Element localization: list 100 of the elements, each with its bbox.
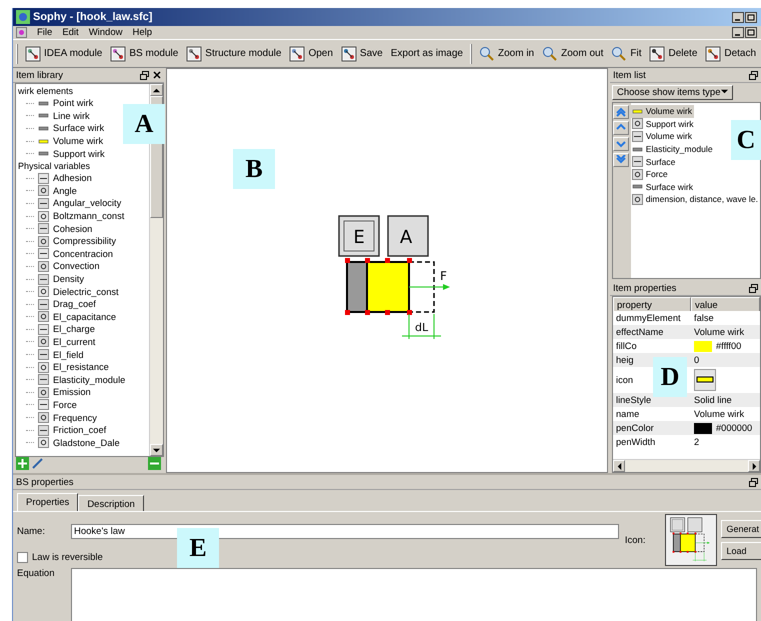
tree-item[interactable]: Angular_velocity [16,197,122,210]
item-icon [38,172,49,184]
callout-label: E [177,528,219,568]
tree-item[interactable]: El_resistance [16,360,109,374]
tree-item[interactable]: Dielectric_const [16,285,119,298]
toolbar-icon [542,46,558,62]
list-item[interactable]: Force [630,168,670,181]
item-icon [38,349,49,360]
tree-item[interactable]: Adhesion [16,172,92,185]
toolbar-icon [25,46,41,62]
tree-item[interactable]: Drag_coef [16,298,96,310]
move-button[interactable] [613,121,629,135]
item-icon [38,286,49,298]
reversible-checkbox[interactable]: Law is reversible [17,552,103,563]
tree-item[interactable]: Angle [16,184,77,198]
scrollbar[interactable] [613,459,760,472]
toolbar-icon [478,46,495,62]
list-item[interactable]: Volume wirk [630,130,694,143]
menu-item[interactable]: Edit [62,27,79,38]
toolbar-button[interactable]: BS module [109,46,180,62]
tab[interactable]: Properties [17,493,78,511]
item-icon [632,118,643,130]
tree-item[interactable]: Compressibility [16,234,116,248]
list-item[interactable]: Surface wirk [630,180,696,194]
equation-field[interactable] [71,568,757,621]
tree-item[interactable]: Friction_coef [16,424,106,436]
tree-item[interactable]: Concentracion [16,248,113,260]
move-button[interactable] [613,153,629,167]
item-icon [38,374,49,386]
item-icon [38,248,49,260]
list-item[interactable]: Surface [630,155,678,168]
float-icon[interactable] [749,70,758,80]
tree-item[interactable]: Frequency [16,411,97,424]
toolbar-button[interactable]: IDEA module [24,46,104,62]
toolbar-button[interactable]: Fit [610,46,642,62]
tree-item[interactable]: Boltzmann_const [16,210,124,222]
menu-item[interactable]: Help [132,27,152,38]
window-controls-icon [732,12,758,22]
collapse-button[interactable] [148,457,161,473]
toolbar-button[interactable]: Structure module [185,46,282,62]
float-icon[interactable] [749,478,758,486]
float-icon[interactable] [749,284,758,292]
tree-item[interactable]: Elasticity_module [16,373,126,386]
toolbar-button[interactable]: Delete [648,46,698,62]
side-button[interactable]: Load [721,542,761,560]
tab[interactable]: Description [78,495,144,511]
item-icon [632,194,643,205]
toolbar-button[interactable]: Export as image [390,48,464,59]
tree-section-label[interactable]: Physical variables [16,160,149,172]
float-icon[interactable] [140,70,149,80]
item-icon [38,412,49,424]
item-icon [38,274,49,285]
tree-item[interactable]: Surface wirk [16,122,104,135]
tree-item[interactable]: Emission [16,386,91,399]
toolbar-button[interactable]: Zoom in [478,46,536,62]
toolbar-button[interactable]: Open [288,46,334,62]
tree-item[interactable]: Volume wirk [16,134,104,148]
list-item[interactable]: dimension, distance, wave le. [630,193,760,206]
table-cell-text: false [693,312,714,325]
table-cell-text: fillCo [615,340,637,353]
list-item[interactable]: Support wirk [630,118,696,130]
name-field[interactable]: Hooke's law [71,524,619,539]
tree-item[interactable]: Density [16,272,84,286]
move-button[interactable] [613,137,629,151]
table-cell: #000000 [691,421,752,435]
tree-item[interactable]: Force [16,398,77,412]
item-icon [632,156,643,168]
volume-wirk-icon [694,369,716,391]
add-button[interactable] [16,457,29,473]
down-arrow-icon [720,88,728,95]
tree-item[interactable]: El_charge [16,323,95,336]
tree-item[interactable]: Support wirk [16,147,105,160]
menu-item[interactable]: Window [88,27,122,38]
tree-item[interactable]: Cohesion [16,222,92,235]
toolbar-button[interactable]: Zoom out [541,46,604,62]
tree-item[interactable]: Gladstone_Dale [16,436,120,450]
tree-item[interactable]: El_current [16,336,96,348]
move-button[interactable] [613,105,629,119]
toolbar-button[interactable]: Detach [704,46,758,62]
tree-item[interactable]: El_capacitance [16,310,116,324]
table-cell-text: heig [615,354,634,367]
toolbar-button[interactable]: Save [340,46,384,62]
table-cell-text: dummyElement [615,312,681,325]
tree-item[interactable]: Point wirk [16,97,94,110]
close-icon[interactable] [153,70,161,78]
list-item[interactable]: Volume wirk [630,105,694,118]
menu-item[interactable]: File [37,27,52,38]
tree-item[interactable]: Line wirk [16,110,90,122]
spring-diagram-drawing: E A F dL [337,214,457,344]
tree-section-label[interactable]: wirk elements [16,85,149,97]
table-cell-text: lineStyle [615,394,652,407]
item-icon [38,198,49,209]
table-cell-text: Volume wirk [693,326,744,339]
up-arrow-icon [616,107,626,117]
list-item[interactable]: Elasticity_module [630,142,715,156]
side-button[interactable]: Generat [721,520,761,538]
tree-item[interactable]: Convection [16,260,100,273]
filter-dropdown[interactable]: Choose show items type [612,85,732,100]
tree-item[interactable]: El_field [16,348,84,361]
item-icon [38,185,49,196]
